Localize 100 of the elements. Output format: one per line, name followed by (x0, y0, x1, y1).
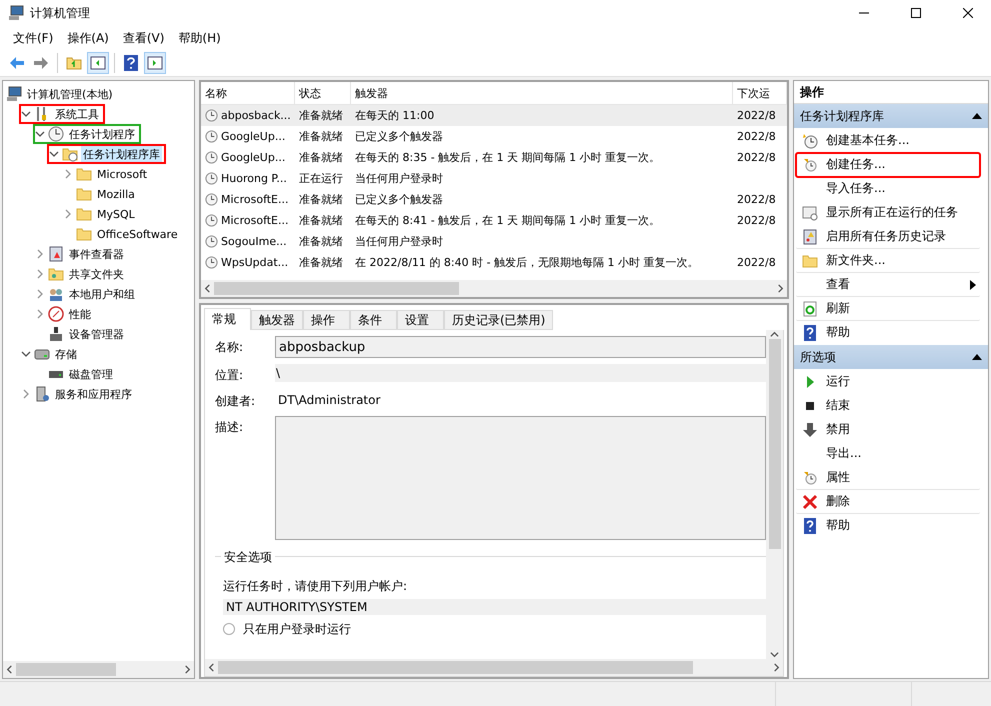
computer-icon (8, 5, 24, 21)
description-field[interactable] (275, 416, 766, 540)
action-item[interactable]: 结束 (796, 394, 980, 418)
tree-item[interactable]: 磁盘管理 (34, 365, 118, 383)
table-cell: SogouIme... (221, 235, 287, 248)
action-item[interactable]: 运行 (796, 370, 980, 394)
action-item[interactable]: 帮助 (796, 514, 980, 538)
clock-icon (205, 172, 218, 185)
table-row[interactable]: GoogleUp... 准备就绪 在每天的 8:35 - 触发后，在 1 天 期间每隔 1 小时 重复一次。 2022/8 (201, 147, 787, 168)
table-row[interactable]: SogouIme... 准备就绪 当任何用户登录时 (201, 231, 787, 252)
tab[interactable]: 触发器 (251, 310, 303, 330)
pane-toggle-button[interactable] (87, 52, 109, 74)
pane-toggle-button[interactable] (144, 52, 166, 74)
table-cell: 正在运行 (299, 171, 343, 186)
action-item[interactable]: 创建基本任务... (796, 129, 980, 153)
clock-icon (205, 256, 218, 269)
table-cell: 准备就绪 (299, 192, 343, 207)
tree-item[interactable]: 服务和应用程序 (20, 385, 137, 403)
table-cell: MicrosoftE... (221, 214, 288, 227)
table-cell: 2022/8 (737, 130, 776, 143)
tree-item[interactable]: 任务计划程序 (34, 125, 140, 143)
tree-item[interactable]: 系统工具 (20, 105, 104, 123)
tree-item[interactable]: 共享文件夹 (34, 265, 129, 283)
clock-icon (802, 132, 818, 148)
section-header[interactable]: 所选项 (794, 345, 988, 369)
device-icon (48, 326, 64, 342)
tab[interactable]: 历史记录(已禁用) (444, 310, 554, 330)
action-item[interactable]: 属性 (796, 466, 980, 490)
table-cell: 准备就绪 (299, 234, 343, 249)
down-arrow-icon (802, 422, 818, 438)
folder-icon (802, 252, 818, 268)
tab[interactable]: 常规 (204, 308, 251, 330)
column-header[interactable]: 名称 (201, 82, 295, 104)
scrollbar-thumb[interactable] (214, 282, 459, 295)
folder-clock-icon (62, 146, 78, 162)
tree-item[interactable]: 本地用户和组 (34, 285, 140, 303)
scrollbar-thumb[interactable] (218, 661, 693, 674)
table-row[interactable]: abposback... 准备就绪 在每天的 11:00 2022/8 (201, 105, 787, 126)
collapse-icon (972, 354, 982, 360)
tab[interactable]: 操作 (303, 310, 350, 330)
menu-item[interactable]: 文件(F) (6, 26, 60, 50)
scroll-right-icon[interactable] (183, 665, 192, 674)
tree-item[interactable]: MySQL (62, 205, 140, 223)
column-header[interactable]: 触发器 (351, 82, 733, 104)
action-item[interactable]: 新文件夹... (796, 249, 980, 273)
table-row[interactable]: Huorong P... 正在运行 当任何用户登录时 (201, 168, 787, 189)
action-item[interactable]: 删除 (796, 490, 980, 514)
menu-item[interactable]: 帮助(H) (171, 26, 228, 50)
scrollbar-thumb[interactable] (16, 663, 116, 676)
section-header[interactable]: 任务计划程序库 (794, 104, 988, 128)
table-cell: 2022/8 (737, 256, 776, 269)
table-cell: 准备就绪 (299, 108, 343, 123)
radio-label: 只在用户登录时运行 (243, 620, 351, 638)
action-item[interactable]: 显示所有正在运行的任务 (796, 201, 980, 225)
radio-button[interactable] (223, 623, 235, 635)
scroll-down-icon[interactable] (770, 650, 779, 659)
table-cell: 2022/8 (737, 193, 776, 206)
name-field[interactable]: abposbackup (275, 336, 766, 358)
scroll-left-icon[interactable] (207, 663, 216, 672)
submenu-arrow-icon (970, 280, 976, 290)
help-icon (124, 55, 138, 71)
menu-item[interactable]: 操作(A) (60, 26, 116, 50)
action-item[interactable]: 导出... (796, 442, 980, 466)
action-item[interactable]: 查看 (796, 273, 980, 297)
action-item[interactable]: 启用所有任务历史记录 (796, 225, 980, 249)
tree-item[interactable]: Mozilla (62, 185, 140, 203)
tree-item[interactable]: 存储 (20, 345, 82, 363)
tree-item[interactable]: 计算机管理(本地) (6, 85, 118, 103)
menu-item[interactable]: 查看(V) (116, 26, 172, 50)
tree-item[interactable]: Microsoft (62, 165, 152, 183)
group-title: 安全选项 (221, 549, 275, 566)
scroll-up-icon[interactable] (770, 330, 779, 339)
table-row[interactable]: GoogleUp... 准备就绪 已定义多个触发器 2022/8 (201, 126, 787, 147)
scrollbar-thumb[interactable] (768, 339, 780, 549)
log-book-icon (802, 228, 818, 244)
scroll-right-icon[interactable] (772, 663, 781, 672)
action-item[interactable]: 创建任务... (796, 153, 980, 177)
scroll-left-icon[interactable] (203, 284, 212, 293)
action-item[interactable]: 导入任务... (796, 177, 980, 201)
action-item[interactable]: 禁用 (796, 418, 980, 442)
action-item[interactable]: 帮助 (796, 321, 980, 345)
table-row[interactable]: MicrosoftE... 准备就绪 在每天的 8:41 - 触发后，在 1 天 期间每隔 1 小时 重复一次。 2022/8 (201, 210, 787, 231)
table-row[interactable]: WpsUpdat... 准备就绪 在 2022/8/11 的 8:40 时 - 触发后，无限期地每隔 1 小时 重复一次。 2022/8 (201, 252, 787, 273)
tree-item[interactable]: 事件查看器 (34, 245, 129, 263)
account-field: NT AUTHORITY\SYSTEM (223, 599, 766, 615)
tree-item[interactable]: 性能 (34, 305, 96, 323)
column-header[interactable]: 下次运 (733, 82, 787, 104)
clock-icon (48, 126, 64, 142)
folder-icon (76, 186, 92, 202)
table-cell: GoogleUp... (221, 151, 286, 164)
action-item[interactable]: 刷新 (796, 297, 980, 321)
table-row[interactable]: MicrosoftE... 准备就绪 已定义多个触发器 2022/8 (201, 189, 787, 210)
column-header[interactable]: 状态 (295, 82, 351, 104)
tab[interactable]: 设置 (397, 310, 444, 330)
tree-item[interactable]: OfficeSoftware (62, 225, 183, 243)
tab[interactable]: 条件 (350, 310, 397, 330)
tree-item[interactable]: 设备管理器 (34, 325, 129, 343)
scroll-left-icon[interactable] (5, 665, 14, 674)
scroll-right-icon[interactable] (776, 284, 785, 293)
location-field: \ (275, 364, 766, 382)
